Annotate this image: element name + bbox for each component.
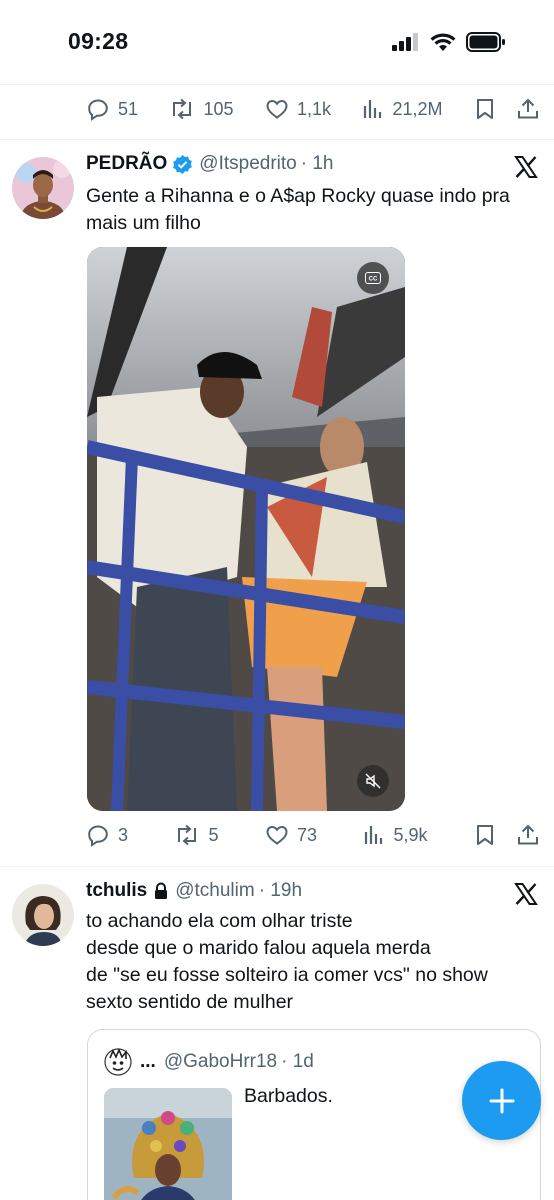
views-icon (365, 826, 383, 844)
repost-icon (178, 824, 197, 846)
views-icon (364, 100, 382, 118)
tweet-actions-right (474, 97, 540, 121)
like-button[interactable]: 1,1k (265, 91, 331, 127)
x-logo-icon (514, 883, 538, 905)
tweet-video[interactable]: CC (87, 247, 405, 811)
tweet-text-line: to achando ela com olhar triste (86, 910, 353, 932)
like-count: 73 (296, 824, 317, 845)
author-handle[interactable]: @Itspedrito (199, 153, 296, 175)
plus-icon (489, 1088, 514, 1113)
heart-icon (266, 825, 288, 845)
quote-author-handle: @GaboHrr18 (163, 1051, 278, 1072)
tweet-text: to achando ela com olhar triste desde qu… (86, 908, 546, 1016)
reply-icon (88, 99, 108, 121)
reply-button[interactable]: 3 (86, 817, 128, 853)
compose-button[interactable] (462, 1061, 541, 1140)
bookmark-icon[interactable] (474, 823, 496, 847)
x-logo-icon (514, 156, 538, 178)
cellular-signal-icon (392, 33, 418, 51)
reply-count: 51 (118, 98, 139, 119)
mute-button[interactable] (357, 765, 389, 797)
tweet-text-line: Gente a Rihanna e o A$ap Rocky quase ind… (86, 185, 510, 207)
quote-image[interactable] (104, 1088, 232, 1200)
repost-icon (173, 98, 192, 120)
tweet-actions: 51 105 1,1k 21,2M (86, 91, 540, 127)
views-count: 21,2M (392, 98, 443, 119)
views-button[interactable]: 21,2M (362, 91, 443, 127)
tweet-time: · 19h (258, 880, 303, 901)
reply-count: 3 (118, 824, 129, 845)
svg-text:CC: CC (369, 277, 378, 283)
avatar[interactable] (12, 884, 74, 946)
tweet-time: · 1h (300, 153, 334, 174)
wifi-icon (430, 32, 456, 51)
reply-icon (88, 825, 108, 847)
views-count: 5,9k (393, 824, 428, 845)
tweet-actions-right (474, 823, 540, 847)
tweet-text-line: sexto sentido de mulher (86, 991, 294, 1013)
battery-icon (466, 32, 505, 52)
divider (0, 139, 554, 140)
author-name[interactable]: tchulis (86, 880, 147, 902)
share-icon[interactable] (516, 97, 540, 121)
heart-icon (266, 99, 288, 119)
repost-button[interactable]: 5 (174, 817, 219, 853)
repost-count: 5 (208, 824, 219, 845)
closed-captions-icon: CC (365, 272, 381, 284)
quote-avatar (104, 1048, 132, 1076)
tweet-header: tchulis @tchulim · 19h (86, 880, 302, 902)
tweet-text-line: desde que o marido falou aquela merda (86, 937, 431, 959)
status-bar: 09:28 (0, 0, 554, 84)
quote-time: · 1d (281, 1051, 314, 1072)
status-icons (392, 32, 506, 52)
quote-author-name: ... (140, 1051, 156, 1072)
tweet-text-line: de "se eu fosse solteiro ia comer vcs" n… (86, 964, 488, 986)
lock-icon (155, 882, 168, 899)
quote-header: ... @GaboHrr18 · 1d (104, 1048, 314, 1076)
tweet-actions: 3 5 73 5,9k (86, 817, 540, 853)
quote-text: Barbados. (244, 1085, 333, 1107)
author-handle[interactable]: @tchulim (175, 880, 254, 902)
views-button[interactable]: 5,9k (363, 817, 428, 853)
status-time: 09:28 (68, 28, 129, 54)
verified-badge-icon (173, 154, 193, 174)
divider (0, 866, 554, 867)
divider (0, 84, 554, 85)
tweet-text: Gente a Rihanna e o A$ap Rocky quase ind… (86, 183, 546, 237)
muted-speaker-icon (365, 773, 381, 789)
repost-button[interactable]: 105 (169, 91, 234, 127)
tweet-header: PEDRÃO @Itspedrito · 1h (86, 153, 334, 175)
share-icon[interactable] (516, 823, 540, 847)
author-name[interactable]: PEDRÃO (86, 153, 167, 175)
closed-captions-button[interactable]: CC (357, 262, 389, 294)
tweet-text-line: mais um filho (86, 212, 201, 234)
reply-button[interactable]: 51 (86, 91, 138, 127)
like-button[interactable]: 73 (265, 817, 317, 853)
like-count: 1,1k (296, 98, 332, 119)
bookmark-icon[interactable] (474, 97, 496, 121)
avatar[interactable] (12, 157, 74, 219)
repost-count: 105 (203, 98, 234, 119)
